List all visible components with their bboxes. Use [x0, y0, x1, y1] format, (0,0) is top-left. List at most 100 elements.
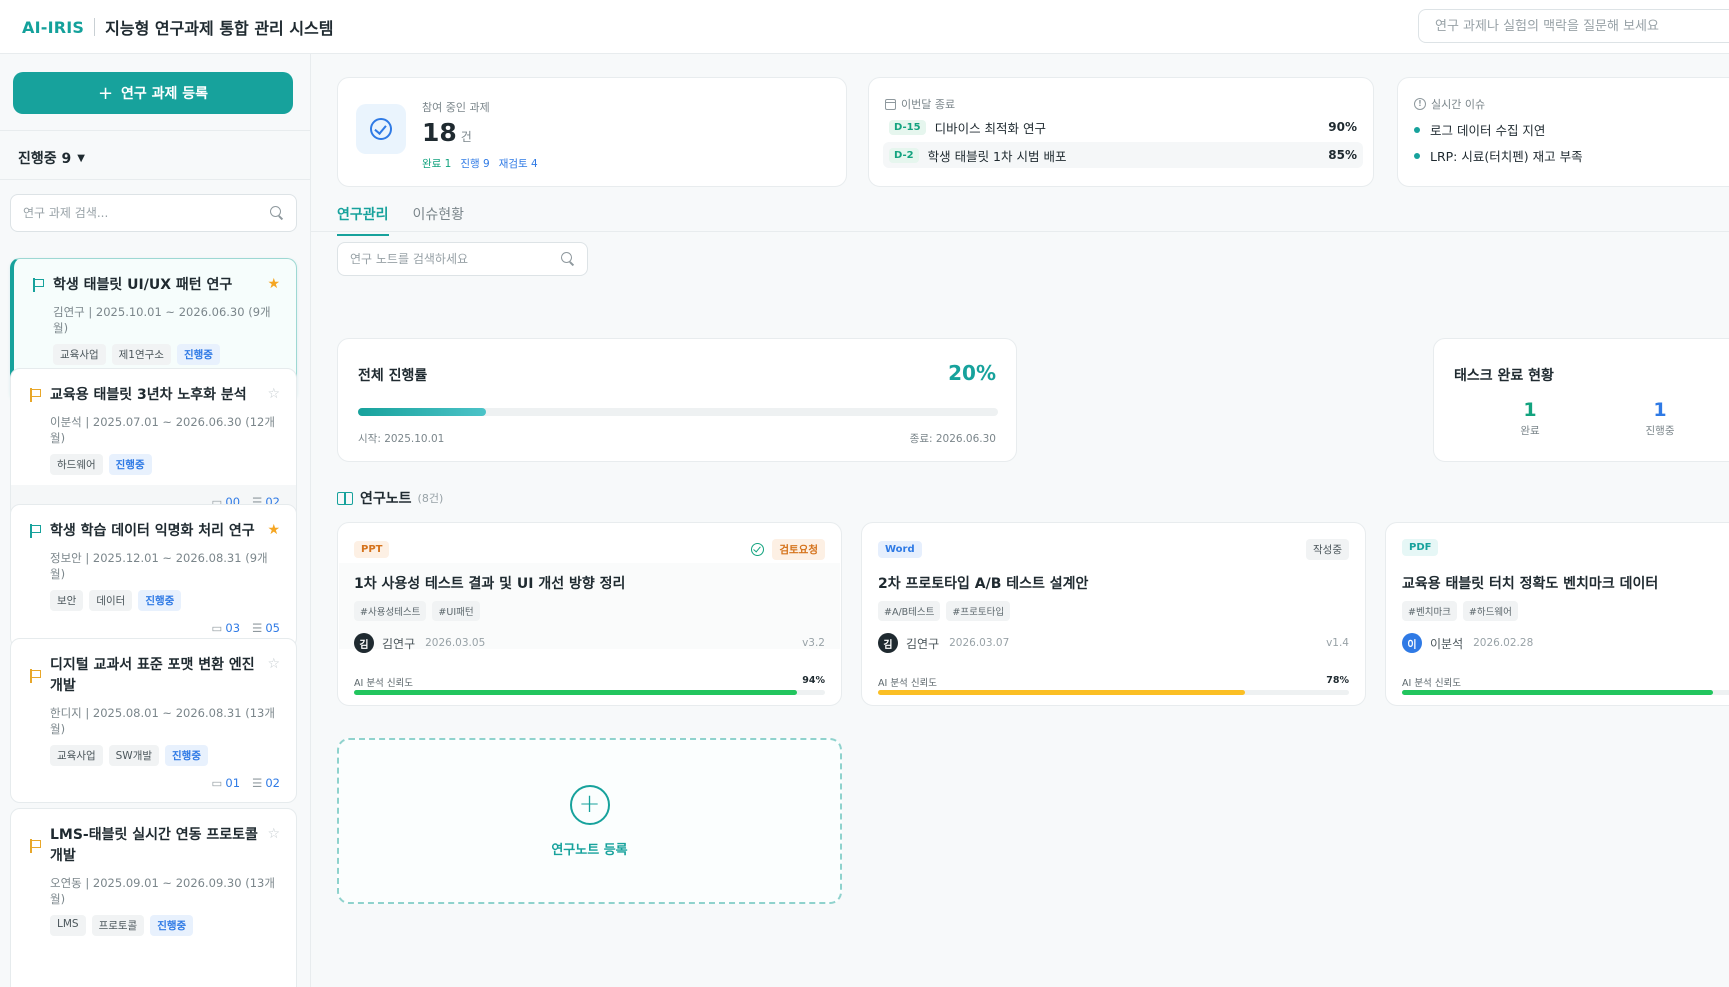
star-icon[interactable]: ☆: [267, 825, 280, 843]
app-logo[interactable]: AI-IRIS: [22, 18, 84, 37]
dday-badge: D-2: [889, 147, 919, 163]
task-stat-in-progress[interactable]: 1 진행중: [1620, 399, 1700, 438]
hashtag[interactable]: #하드웨어: [1462, 601, 1518, 621]
ending-this-month-card: 이번달 종료 D-15 디바이스 최적화 연구 90% D-2 학생 태블릿 1…: [868, 77, 1374, 187]
ending-item[interactable]: D-2 학생 태블릿 1차 시범 배포 85%: [883, 142, 1363, 168]
progress-start-date: 시작: 2025.10.01: [358, 433, 445, 445]
tabs-divider: [311, 231, 1729, 232]
search-icon[interactable]: [270, 206, 284, 220]
project-card[interactable]: 교육용 태블릿 3년차 노후화 분석 ☆ 이분석 | 2025.07.01 ~ …: [10, 368, 297, 520]
progress-bar: [358, 408, 998, 416]
project-card[interactable]: 디지털 교과서 표준 포맷 변환 엔진 개발 ☆ 한디지 | 2025.08.0…: [10, 638, 297, 803]
project-tag: 제1연구소: [111, 344, 171, 365]
status-badge: 작성중: [1306, 539, 1349, 560]
note-title: 교육용 태블릿 터치 정확도 벤치마크 데이터: [1402, 576, 1659, 592]
status-filter-dropdown[interactable]: 진행중 9 ▼: [18, 148, 85, 168]
note-date: 2026.03.05: [425, 637, 486, 649]
note-title: 2차 프로토타입 A/B 테스트 설계안: [878, 576, 1089, 592]
task-completion-card: 태스크 완료 현황 1 완료 1 진행중 2 할일: [1433, 338, 1729, 462]
project-tag: 교육사업: [50, 745, 103, 766]
project-tag: 하드웨어: [50, 454, 103, 475]
project-meta: 오연동 | 2025.09.01 ~ 2026.09.30 (13개월): [50, 876, 275, 906]
ai-confidence-label: AI 분석 신뢰도: [354, 678, 414, 689]
participating-projects-card[interactable]: 참여 중인 과제 18 건 완료 1 진행 9 재검토 4: [337, 77, 847, 187]
issue-item[interactable]: LRP: 시료(터치펜) 재고 부족: [1414, 146, 1583, 165]
issue-item[interactable]: 로그 데이터 수집 지연: [1414, 120, 1545, 139]
add-research-note-button[interactable]: + 연구노트 등록: [337, 738, 842, 904]
project-tags: 교육사업 SW개발 진행중: [50, 745, 280, 766]
project-name: 디지털 교과서 표준 포맷 변환 엔진 개발: [50, 657, 255, 694]
research-note-card[interactable]: Word 작성중 2차 프로토타입 A/B 테스트 설계안 #A/B테스트 #프…: [861, 522, 1366, 706]
star-icon[interactable]: ★: [267, 521, 280, 539]
task-completion-title: 태스크 완료 현황: [1454, 368, 1554, 384]
note-date: 2026.03.07: [949, 637, 1010, 649]
project-card[interactable]: LMS-태블릿 실시간 연동 프로토콜 개발 ☆ 오연동 | 2025.09.0…: [10, 808, 297, 987]
star-icon[interactable]: ★: [267, 275, 280, 293]
research-note-card[interactable]: PDF 교육용 태블릿 터치 정확도 벤치마크 데이터 #벤치마크 #하드웨어 …: [1385, 522, 1729, 706]
note-tags: #벤치마크 #하드웨어: [1402, 601, 1518, 621]
note-search[interactable]: [337, 242, 588, 276]
file-type-badge: PDF: [1402, 539, 1439, 556]
research-notes-header: 연구노트 (8건): [337, 488, 443, 508]
task-list-icon: ☰: [252, 621, 263, 635]
project-meta: 김연구 | 2025.10.01 ~ 2026.06.30 (9개월): [53, 305, 271, 335]
file-type-badge: Word: [878, 541, 922, 558]
research-note-card[interactable]: PPT 검토요청 1차 사용성 테스트 결과 및 UI 개선 방향 정리 #사용…: [337, 522, 842, 706]
avatar: 김: [878, 633, 898, 653]
search-icon[interactable]: [561, 252, 575, 266]
brand[interactable]: AI-IRIS 지능형 연구과제 통합 관리 시스템: [22, 15, 334, 39]
ending-item-name: 디바이스 최적화 연구: [934, 120, 1047, 136]
file-type-badge: PPT: [354, 541, 390, 558]
hashtag[interactable]: #UI패턴: [432, 601, 480, 621]
status-badge: 진행중: [138, 590, 182, 611]
ending-item[interactable]: D-15 디바이스 최적화 연구 90%: [883, 114, 1363, 140]
plus-icon: +: [97, 82, 114, 104]
task-count-value: 02: [265, 776, 280, 790]
hashtag[interactable]: #벤치마크: [1402, 601, 1457, 621]
global-search-input[interactable]: [1435, 18, 1729, 34]
note-search-input[interactable]: [350, 252, 561, 266]
tab-issue-status[interactable]: 이슈현황: [413, 204, 465, 236]
project-tag: SW개발: [108, 745, 160, 766]
project-card[interactable]: 학생 학습 데이터 익명화 처리 연구 ★ 정보안 | 2025.12.01 ~…: [10, 504, 297, 648]
project-search-input[interactable]: [23, 206, 270, 220]
ai-confidence: AI 분석 신뢰도 94%: [354, 675, 825, 689]
project-name: 학생 태블릿 UI/UX 패턴 연구: [53, 277, 233, 293]
new-project-button[interactable]: + 연구 과제 등록: [13, 72, 293, 114]
hashtag[interactable]: #A/B테스트: [878, 601, 941, 621]
note-status: 검토요청: [751, 539, 825, 560]
ending-item-name: 학생 태블릿 1차 시범 배포: [927, 148, 1067, 164]
tab-research-management[interactable]: 연구관리: [337, 204, 389, 236]
issue-text: LRP: 시료(터치펜) 재고 부족: [1430, 149, 1583, 164]
project-search[interactable]: [10, 194, 297, 232]
app-title: 지능형 연구과제 통합 관리 시스템: [105, 19, 334, 38]
hashtag[interactable]: #사용성테스트: [354, 601, 427, 621]
ai-confidence-label: AI 분석 신뢰도: [878, 678, 938, 689]
author-name: 김연구: [382, 636, 416, 651]
ai-confidence: AI 분석 신뢰도 78%: [878, 675, 1349, 689]
note-author: 김 김연구 2026.03.05: [354, 633, 485, 653]
hashtag[interactable]: #프로토타입: [946, 601, 1011, 621]
comment-icon: ▭: [211, 621, 223, 635]
project-tag: LMS: [50, 915, 86, 936]
progress-bar-fill: [358, 408, 486, 416]
project-tag: 교육사업: [53, 344, 106, 365]
task-stat-done[interactable]: 1 완료: [1490, 399, 1570, 438]
star-icon[interactable]: ☆: [267, 385, 280, 403]
divider: [0, 130, 310, 131]
comment-count-value: 03: [225, 621, 241, 635]
status-badge: 검토요청: [772, 539, 825, 560]
brand-divider: [94, 18, 96, 36]
project-meta: 이분석 | 2025.07.01 ~ 2026.06.30 (12개월): [50, 415, 275, 445]
author-name: 이분석: [1430, 636, 1464, 651]
project-tag: 보안: [50, 590, 84, 611]
issues-label: 실시간 이슈: [1431, 98, 1486, 111]
progress-end-date: 종료: 2026.06.30: [909, 433, 996, 445]
chevron-down-icon: ▼: [77, 152, 85, 164]
global-search[interactable]: [1418, 9, 1729, 43]
note-author: 이 이분석 2026.02.28: [1402, 633, 1533, 653]
progress-title: 전체 진행률: [358, 368, 428, 384]
project-tags: 하드웨어 진행중: [50, 454, 280, 475]
realtime-issues-card: ! 실시간 이슈 로그 데이터 수집 지연 LRP: 시료(터치펜) 재고 부족: [1397, 77, 1729, 187]
star-icon[interactable]: ☆: [267, 655, 280, 673]
